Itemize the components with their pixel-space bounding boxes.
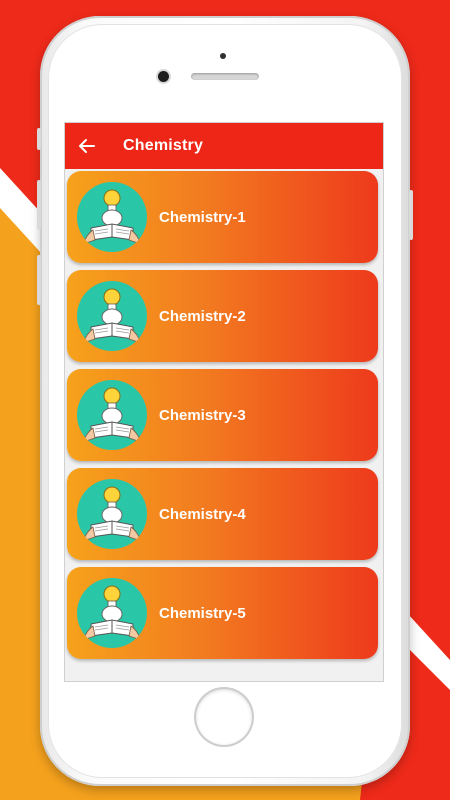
student-reading-idea-icon <box>77 281 147 351</box>
phone-volume-down <box>37 255 41 305</box>
page-title: Chemistry <box>123 137 204 154</box>
phone-home-button <box>196 689 252 745</box>
list-item-label: Chemistry-1 <box>159 208 246 226</box>
list-item-chemistry-5[interactable]: Chemistry-5 <box>67 567 378 659</box>
student-reading-idea-icon <box>77 479 147 549</box>
list-item-chemistry-3[interactable]: Chemistry-3 <box>67 369 378 461</box>
list-item-chemistry-1[interactable]: Chemistry-1 <box>67 171 378 263</box>
list-item-label: Chemistry-4 <box>159 505 246 523</box>
student-reading-idea-icon <box>77 380 147 450</box>
student-reading-idea-icon <box>77 578 147 648</box>
phone-camera <box>158 71 169 82</box>
phone-side-button <box>37 128 41 150</box>
phone-sensor <box>220 53 226 59</box>
list-item-label: Chemistry-5 <box>159 604 246 622</box>
app-screen: Chemistry Chemistry-1 Chemistry-2 Chemis… <box>64 122 384 682</box>
student-reading-idea-icon <box>77 182 147 252</box>
phone-speaker <box>191 73 259 80</box>
list-item-chemistry-2[interactable]: Chemistry-2 <box>67 270 378 362</box>
phone-volume-up <box>37 180 41 230</box>
arrow-left-icon <box>79 139 95 153</box>
back-button[interactable] <box>67 123 107 169</box>
phone-power-button <box>409 190 413 240</box>
list-item-label: Chemistry-2 <box>159 307 246 325</box>
list-item-chemistry-4[interactable]: Chemistry-4 <box>67 468 378 560</box>
list-item-label: Chemistry-3 <box>159 406 246 424</box>
app-bar: Chemistry <box>65 123 383 169</box>
